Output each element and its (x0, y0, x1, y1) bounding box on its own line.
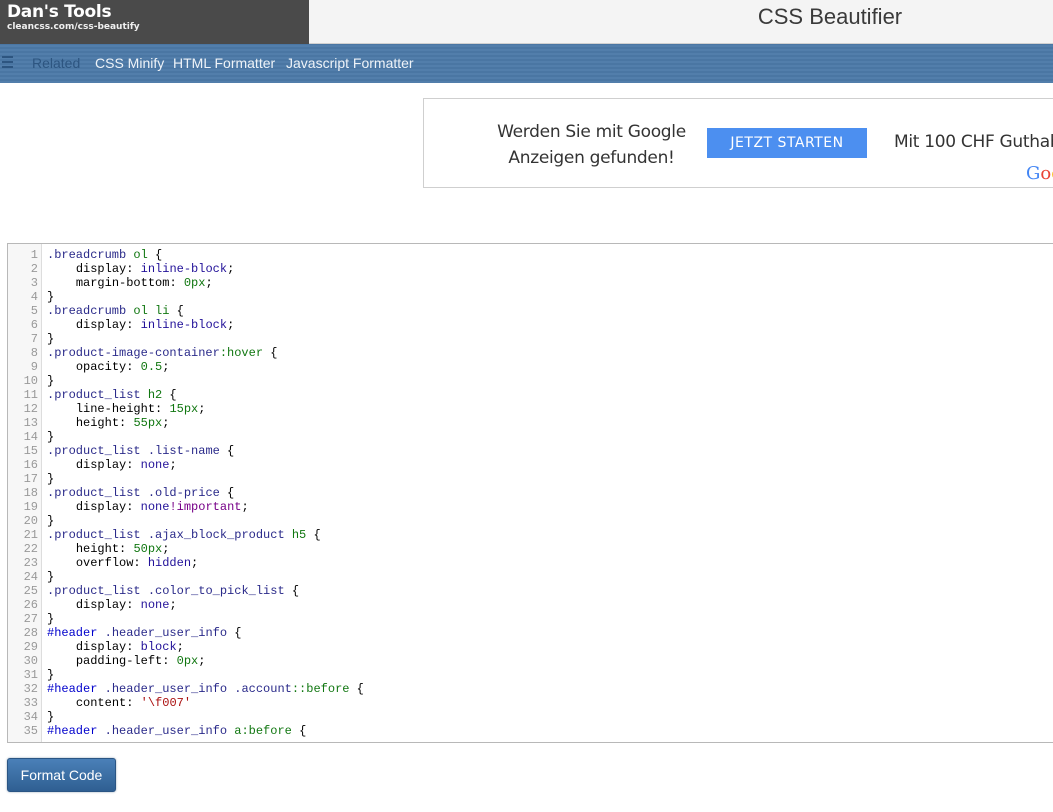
nav-link-javascript-formatter[interactable]: Javascript Formatter (286, 55, 414, 71)
line-number: 13 (23, 416, 38, 430)
code-text: display: none; (75, 598, 177, 612)
code-text: } (47, 472, 55, 486)
line-number: 35 (23, 724, 38, 738)
code-text: } (47, 612, 55, 626)
code-text: .product_list h2 { (47, 388, 177, 402)
line-number: 24 (23, 570, 38, 584)
code-text: display: none; (75, 458, 177, 472)
nav-bar: Related CSS Minify HTML Formatter Javasc… (0, 44, 1053, 83)
code-text: #header .header_user_info a:before { (47, 724, 307, 738)
ad-text-line2: Anzeigen gefunden! (508, 148, 675, 168)
line-number: 8 (30, 346, 38, 360)
code-text: margin-bottom: 0px; (75, 276, 213, 290)
code-text: .product_list .old-price { (47, 486, 235, 500)
logo-title: Dan's Tools (7, 2, 112, 22)
line-number: 14 (23, 430, 38, 444)
menu-icon[interactable] (2, 56, 13, 69)
line-number: 30 (23, 654, 38, 668)
line-number: 26 (23, 598, 38, 612)
line-number: 18 (23, 486, 38, 500)
code-text: height: 50px; (75, 542, 170, 556)
code-text: } (47, 668, 55, 682)
line-number: 7 (30, 332, 38, 346)
code-text: overflow: hidden; (75, 556, 199, 570)
code-text: } (47, 710, 55, 724)
site-logo[interactable]: Dan's Tools cleancss.com/css-beautify (0, 0, 309, 44)
code-text: #header .header_user_info { (47, 626, 242, 640)
code-text: .breadcrumb ol { (47, 248, 163, 262)
code-text: display: none!important; (75, 500, 249, 514)
line-number: 4 (30, 290, 38, 304)
line-number: 31 (23, 668, 38, 682)
line-number: 17 (23, 472, 38, 486)
line-number: 19 (23, 500, 38, 514)
code-text: line-height: 15px; (75, 402, 206, 416)
line-number: 5 (30, 304, 38, 318)
nav-link-css-minify[interactable]: CSS Minify (95, 55, 164, 71)
line-number: 22 (23, 542, 38, 556)
code-text: .product_list .list-name { (47, 444, 235, 458)
code-text: .breadcrumb ol li { (47, 304, 184, 318)
ad-right-text: Mit 100 CHF Guthab (894, 132, 1053, 152)
line-number: 12 (23, 402, 38, 416)
code-text: .product_list .color_to_pick_list { (47, 584, 300, 598)
line-number: 34 (23, 710, 38, 724)
line-number: 9 (30, 360, 38, 374)
site-header: Dan's Tools cleancss.com/css-beautify CS… (0, 0, 1053, 44)
format-code-button[interactable]: Format Code (7, 758, 116, 792)
line-number: 10 (23, 374, 38, 388)
nav-link-html-formatter[interactable]: HTML Formatter (173, 55, 275, 71)
code-text: .product_list .ajax_block_product h5 { (47, 528, 321, 542)
line-number: 23 (23, 556, 38, 570)
ad-text: Werden Sie mit Google Anzeigen gefunden! (484, 119, 699, 171)
code-text: } (47, 430, 55, 444)
code-text: } (47, 570, 55, 584)
logo-url: cleancss.com/css-beautify (7, 22, 140, 32)
line-number: 20 (23, 514, 38, 528)
ad-banner[interactable]: Werden Sie mit Google Anzeigen gefunden!… (423, 98, 1053, 188)
code-text: padding-left: 0px; (75, 654, 206, 668)
line-number: 29 (23, 640, 38, 654)
line-number: 32 (23, 682, 38, 696)
code-text: } (47, 374, 55, 388)
line-number: 33 (23, 696, 38, 710)
nav-related-label: Related (32, 55, 81, 71)
code-text: display: inline-block; (75, 262, 235, 276)
line-number: 2 (30, 262, 38, 276)
code-text: display: inline-block; (75, 318, 235, 332)
line-number: 25 (23, 584, 38, 598)
page-title: CSS Beautifier (757, 4, 903, 29)
line-number: 21 (23, 528, 38, 542)
line-number: 6 (30, 318, 38, 332)
code-text: } (47, 332, 55, 346)
code-text: .product-image-container:hover { (47, 346, 278, 360)
line-number: 28 (23, 626, 38, 640)
code-editor[interactable]: 1 .breadcrumb ol { 2 display: inline-block… (7, 243, 1053, 743)
line-number: 15 (23, 444, 38, 458)
code-text: display: block; (75, 640, 184, 654)
ad-text-line1: Werden Sie mit Google (497, 122, 686, 142)
line-number: 3 (30, 276, 38, 290)
ad-google-logo: Goo (1026, 163, 1053, 184)
line-number: 1 (30, 248, 38, 262)
code-text: } (47, 290, 55, 304)
code-text: opacity: 0.5; (75, 360, 170, 374)
ad-cta-button[interactable]: JETZT STARTEN (707, 128, 867, 158)
line-number: 27 (23, 612, 38, 626)
code-text: content: '\f007' (75, 696, 192, 710)
line-number: 16 (23, 458, 38, 472)
code-text: height: 55px; (75, 416, 170, 430)
code-text: } (47, 514, 55, 528)
line-number: 11 (23, 388, 38, 402)
code-text: #header .header_user_info .account::befo… (47, 682, 364, 696)
